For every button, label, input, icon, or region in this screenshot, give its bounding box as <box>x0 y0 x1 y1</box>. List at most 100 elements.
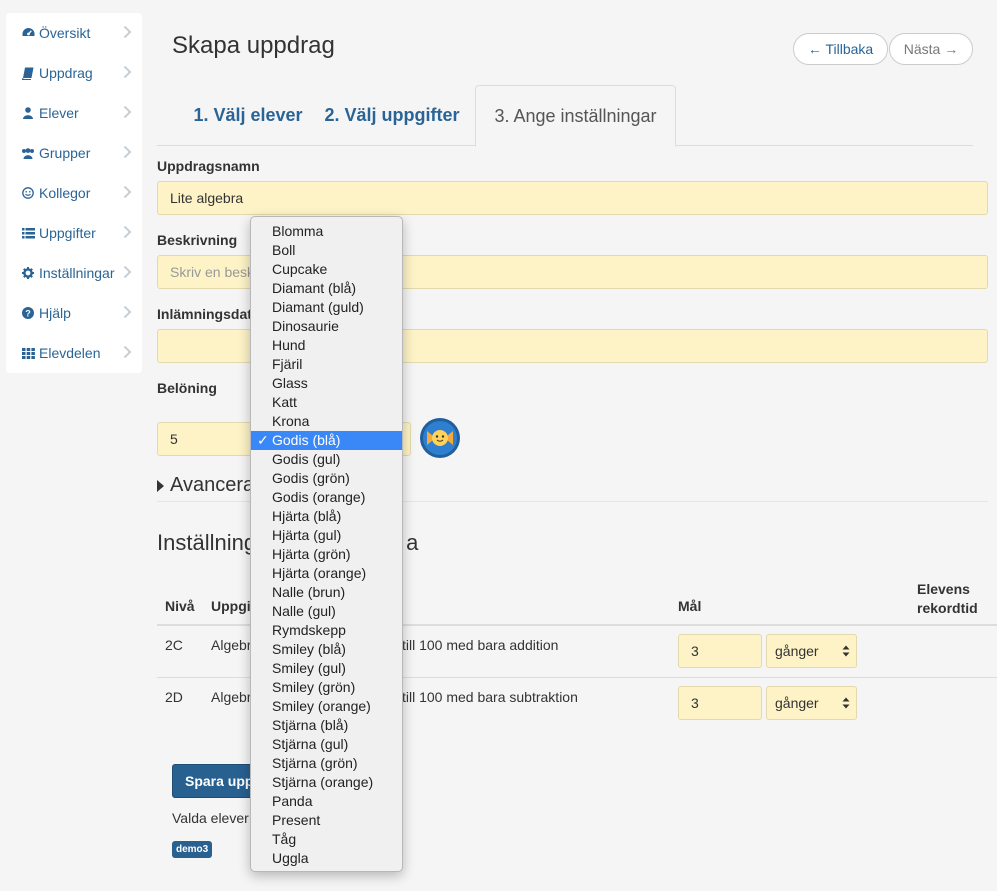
dropdown-option-label: Smiley (gul) <box>272 660 346 676</box>
dropdown-option[interactable]: Dinosaurie <box>251 317 402 336</box>
dropdown-option-label: Dinosaurie <box>272 318 339 334</box>
unit-select[interactable]: gånger <box>766 634 857 668</box>
dropdown-option[interactable]: Tåg <box>251 830 402 849</box>
dropdown-option[interactable]: Katt <box>251 393 402 412</box>
chevron-right-icon <box>123 265 132 279</box>
dropdown-option[interactable]: Smiley (blå) <box>251 640 402 659</box>
dropdown-option[interactable]: Godis (gul) <box>251 450 402 469</box>
sidebar-item-label: Uppgifter <box>39 225 96 241</box>
chosen-students-label: Valda elever <box>172 810 249 826</box>
unit-value: gånger <box>775 643 819 659</box>
sidebar: Översikt Uppdrag Elever Grupper Kollegor… <box>6 13 142 373</box>
dropdown-option-label: Smiley (grön) <box>272 679 356 695</box>
column-header-level: Nivå <box>165 598 195 614</box>
dropdown-option-label: Krona <box>272 413 310 429</box>
dropdown-option[interactable]: Hjärta (orange) <box>251 564 402 583</box>
dropdown-option[interactable]: Hjärta (grön) <box>251 545 402 564</box>
chevron-right-icon <box>123 185 132 199</box>
dropdown-option-label: Hund <box>272 337 306 353</box>
dropdown-option[interactable]: Nalle (gul) <box>251 602 402 621</box>
back-button[interactable]: ← Tillbaka <box>793 33 888 65</box>
caret-right-icon <box>157 479 164 492</box>
dropdown-option-label: Cupcake <box>272 261 328 277</box>
dropdown-option-label: Stjärna (grön) <box>272 755 358 771</box>
dropdown-option-label: Diamant (blå) <box>272 280 357 296</box>
chevron-right-icon <box>123 105 132 119</box>
dropdown-option-label: Panda <box>272 793 313 809</box>
chevron-right-icon <box>123 145 132 159</box>
dropdown-option[interactable]: Present <box>251 811 402 830</box>
user-icon <box>21 106 35 120</box>
dropdown-option[interactable]: Hjärta (gul) <box>251 526 402 545</box>
candy-blue-icon <box>420 418 460 458</box>
sidebar-item-uppgifter[interactable]: Uppgifter <box>6 213 142 253</box>
dropdown-option[interactable]: Blomma <box>251 222 402 241</box>
advanced-label: Avancera <box>170 474 255 496</box>
goal-input[interactable]: 3 <box>678 686 762 720</box>
dropdown-option-label: Godis (orange) <box>272 489 366 505</box>
sidebar-item-elever[interactable]: Elever <box>6 93 142 133</box>
dropdown-option[interactable]: Cupcake <box>251 260 402 279</box>
dropdown-option[interactable]: Smiley (grön) <box>251 678 402 697</box>
next-button[interactable]: Nästa → <box>889 33 973 65</box>
dropdown-option-label: Hjärta (grön) <box>272 546 351 562</box>
checkmark-icon: ✓ <box>257 432 269 448</box>
dropdown-option[interactable]: Smiley (gul) <box>251 659 402 678</box>
dropdown-option[interactable]: Panda <box>251 792 402 811</box>
sidebar-item-oversikt[interactable]: Översikt <box>6 13 142 53</box>
dropdown-option[interactable]: Smiley (orange) <box>251 697 402 716</box>
unit-select[interactable]: gånger <box>766 686 857 720</box>
goal-input[interactable]: 3 <box>678 634 762 668</box>
advanced-toggle[interactable]: Avancera <box>157 474 254 497</box>
name-input[interactable]: Lite algebra <box>157 181 988 215</box>
sidebar-item-hjalp[interactable]: ? Hjälp <box>6 293 142 333</box>
dropdown-option-label: Katt <box>272 394 297 410</box>
dropdown-option[interactable]: Stjärna (orange) <box>251 773 402 792</box>
tab-valj-elever[interactable]: 1. Välj elever <box>172 85 324 146</box>
dropdown-option-label: Fjäril <box>272 356 303 372</box>
sidebar-item-elevdelen[interactable]: Elevdelen <box>6 333 142 373</box>
reward-value: 5 <box>170 431 178 447</box>
dropdown-option[interactable]: Glass <box>251 374 402 393</box>
column-header-goal: Mål <box>678 598 702 614</box>
dropdown-option-label: Stjärna (gul) <box>272 736 349 752</box>
dropdown-option[interactable]: Godis (grön) <box>251 469 402 488</box>
dropdown-option[interactable]: Boll <box>251 241 402 260</box>
dropdown-option[interactable]: Nalle (brun) <box>251 583 402 602</box>
sidebar-item-grupper[interactable]: Grupper <box>6 133 142 173</box>
table-row-level: 2D <box>165 689 183 705</box>
sidebar-item-uppdrag[interactable]: Uppdrag <box>6 53 142 93</box>
dropdown-option[interactable]: Krona <box>251 412 402 431</box>
dropdown-option[interactable]: Stjärna (gul) <box>251 735 402 754</box>
sidebar-item-installningar[interactable]: Inställningar <box>6 253 142 293</box>
dropdown-option[interactable]: Diamant (blå) <box>251 279 402 298</box>
dropdown-option[interactable]: Diamant (guld) <box>251 298 402 317</box>
list-icon <box>21 226 35 240</box>
tab-valj-uppgifter[interactable]: 2. Välj uppgifter <box>317 85 467 146</box>
dropdown-option-label: Present <box>272 812 321 828</box>
reward-dropdown-menu[interactable]: Blomma Boll Cupcake Diamant (blå) Diamant (g… <box>250 216 403 872</box>
student-badge: demo3 <box>172 841 213 858</box>
dropdown-option[interactable]: Stjärna (grön) <box>251 754 402 773</box>
dropdown-option-label: Uggla <box>272 850 309 866</box>
dropdown-option-label: Smiley (orange) <box>272 698 371 714</box>
chevron-right-icon <box>123 345 132 359</box>
question-icon: ? <box>21 306 35 320</box>
sidebar-item-kollegor[interactable]: Kollegor <box>6 173 142 213</box>
chevron-right-icon <box>123 25 132 39</box>
dropdown-option-label: Nalle (brun) <box>272 584 346 600</box>
dropdown-option-label: Godis (gul) <box>272 451 341 467</box>
dropdown-option[interactable]: Godis (orange) <box>251 488 402 507</box>
step-tabs: 1. Välj elever 2. Välj uppgifter 3. Ange… <box>157 85 973 147</box>
dropdown-option-label: Blomma <box>272 223 324 239</box>
dropdown-option[interactable]: Hjärta (blå) <box>251 507 402 526</box>
dropdown-option[interactable]: Fjäril <box>251 355 402 374</box>
select-arrows-icon <box>842 697 850 709</box>
dropdown-option-label: Glass <box>272 375 308 391</box>
dropdown-option[interactable]: Uggla <box>251 849 402 868</box>
dropdown-option[interactable]: Hund <box>251 336 402 355</box>
dropdown-option[interactable]: Stjärna (blå) <box>251 716 402 735</box>
tab-ange-installningar[interactable]: 3. Ange inställningar <box>475 85 676 147</box>
dropdown-option[interactable]: ✓ Godis (blå) <box>251 431 402 450</box>
dropdown-option[interactable]: Rymdskepp <box>251 621 402 640</box>
